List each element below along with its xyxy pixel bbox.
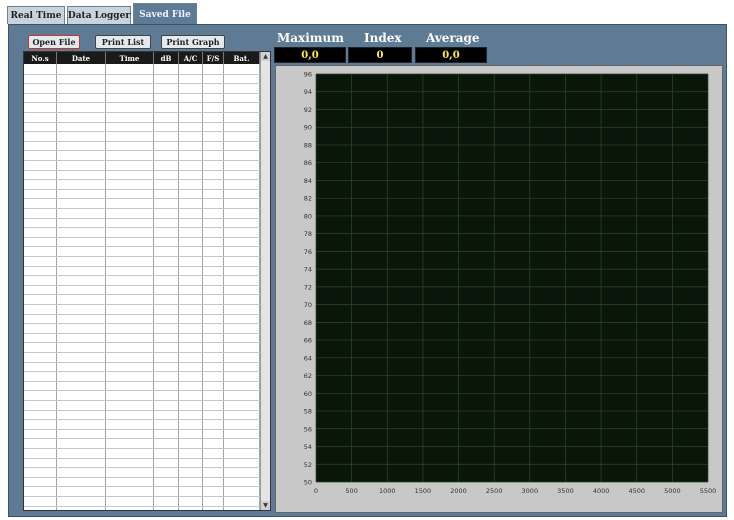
- index-label: Index: [364, 31, 402, 45]
- column-header[interactable]: F/S: [203, 52, 224, 64]
- y-tick-label: 64: [304, 354, 312, 362]
- column-header[interactable]: A/C: [179, 52, 203, 64]
- average-label: Average: [426, 31, 480, 45]
- list-rows: [24, 64, 260, 510]
- x-tick-label: 500: [345, 487, 357, 495]
- x-tick-label: 1500: [415, 487, 432, 495]
- y-tick-label: 88: [304, 141, 312, 149]
- tab-bar: Real Time Data Logger Saved File: [0, 0, 734, 26]
- column-header[interactable]: No.s: [24, 52, 57, 64]
- y-tick-label: 90: [304, 124, 312, 132]
- y-tick-label: 62: [304, 372, 312, 380]
- y-tick-label: 74: [304, 266, 312, 274]
- y-tick-label: 52: [304, 461, 312, 469]
- scroll-up-arrow-icon[interactable]: ▲: [261, 52, 270, 61]
- y-tick-label: 86: [304, 159, 312, 167]
- x-tick-label: 2000: [450, 487, 467, 495]
- x-tick-label: 3000: [522, 487, 539, 495]
- graph-frame: 50 52 54 56 58 60 62 64 66 68 70 72 74 76 78 80 82 84 86 88…: [275, 65, 723, 513]
- y-tick-label: 54: [304, 443, 312, 451]
- print-list-button[interactable]: Print List: [95, 35, 151, 49]
- y-tick-label: 76: [304, 248, 312, 256]
- tab-saved-file[interactable]: Saved File: [133, 3, 197, 26]
- saved-file-panel: Open File Print List Print Graph Maximum…: [8, 24, 727, 517]
- x-tick-label: 2500: [486, 487, 503, 495]
- x-tick-label: 5000: [664, 487, 681, 495]
- y-tick-label: 70: [304, 301, 312, 309]
- list-grid: [24, 64, 260, 510]
- scroll-down-arrow-icon[interactable]: ▼: [261, 501, 270, 510]
- maximum-label: Maximum: [277, 31, 344, 45]
- x-tick-label: 4000: [593, 487, 610, 495]
- print-graph-button[interactable]: Print Graph: [161, 35, 225, 49]
- y-tick-label: 80: [304, 212, 312, 220]
- tab-real-time[interactable]: Real Time: [7, 6, 65, 24]
- index-value: 0: [348, 47, 412, 63]
- y-tick-label: 68: [304, 319, 312, 327]
- average-value: 0,0: [415, 47, 487, 63]
- x-tick-label: 5500: [700, 487, 717, 495]
- y-tick-label: 58: [304, 408, 312, 416]
- y-tick-label: 60: [304, 390, 312, 398]
- y-tick-label: 92: [304, 106, 312, 114]
- tab-data-logger[interactable]: Data Logger: [67, 6, 131, 24]
- y-tick-label: 56: [304, 425, 312, 433]
- column-header[interactable]: Time: [106, 52, 154, 64]
- plot-area: [316, 74, 708, 482]
- open-file-button[interactable]: Open File: [28, 35, 80, 49]
- data-list[interactable]: No.s Date Time dB A/C F/S Bat. ▲ ▼: [23, 51, 271, 511]
- y-tick-label: 78: [304, 230, 312, 238]
- maximum-value: 0,0: [274, 47, 346, 63]
- y-tick-label: 96: [304, 71, 312, 79]
- y-tick-label: 72: [304, 283, 312, 291]
- y-tick-label: 94: [304, 88, 312, 96]
- y-axis-ticks: 50 52 54 56 58 60 62 64 66 68 70 72 74 76 78 80 82 84 86 88…: [304, 71, 312, 487]
- graph-plot: 50 52 54 56 58 60 62 64 66 68 70 72 74 76 78 80 82 84 86 88…: [304, 71, 717, 496]
- vertical-scrollbar[interactable]: ▲ ▼: [260, 52, 270, 510]
- x-axis-ticks: 0 500 1000 1500 2000 2500 3000 3500 4000 4500 5000…: [314, 487, 716, 495]
- y-tick-label: 50: [304, 479, 312, 487]
- x-tick-label: 0: [314, 487, 318, 495]
- column-header[interactable]: dB: [154, 52, 179, 64]
- y-tick-label: 66: [304, 337, 312, 345]
- list-header: No.s Date Time dB A/C F/S Bat.: [24, 52, 260, 64]
- x-tick-label: 1000: [379, 487, 396, 495]
- y-tick-label: 82: [304, 195, 312, 203]
- column-header[interactable]: Bat.: [224, 52, 260, 64]
- y-tick-label: 84: [304, 177, 312, 185]
- x-tick-label: 3500: [557, 487, 574, 495]
- column-header[interactable]: Date: [57, 52, 106, 64]
- x-tick-label: 4500: [628, 487, 645, 495]
